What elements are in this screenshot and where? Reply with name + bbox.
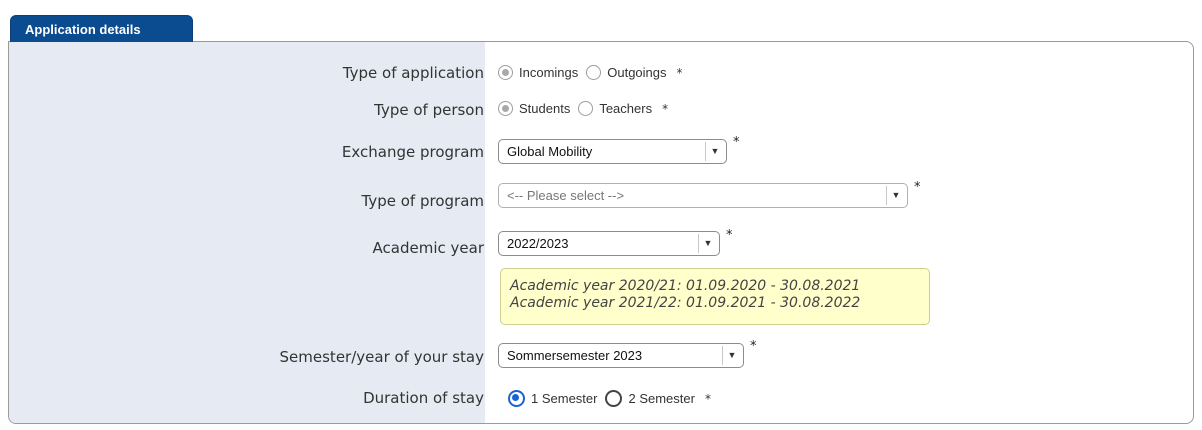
required-marker: * xyxy=(733,135,740,150)
required-marker: * xyxy=(662,101,669,116)
label-type-of-application: Type of application xyxy=(342,64,484,82)
radio-students[interactable] xyxy=(498,101,513,116)
semester-of-stay-select[interactable]: Sommersemester 2023 ▼ xyxy=(498,343,744,368)
radio-outgoings[interactable] xyxy=(586,65,602,80)
type-of-program-select[interactable]: <-- Please select --> ▼ xyxy=(498,183,908,208)
academic-year-select[interactable]: 2022/2023 ▼ xyxy=(498,231,720,256)
exchange-program-value: Global Mobility xyxy=(507,144,593,159)
type-of-application-radio-group: Incomings Outgoings * xyxy=(498,65,683,80)
radio-teachers[interactable] xyxy=(578,101,594,116)
required-marker: * xyxy=(676,65,683,80)
semester-of-stay-value: Sommersemester 2023 xyxy=(507,348,643,363)
chevron-down-icon[interactable]: ▼ xyxy=(886,186,905,205)
label-type-of-person: Type of person xyxy=(374,101,484,119)
tab-application-details[interactable]: Application details xyxy=(10,15,193,42)
radio-label-students: Students xyxy=(519,101,571,116)
required-marker: * xyxy=(914,180,921,195)
label-type-of-program: Type of program xyxy=(361,192,484,210)
radio-label-outgoings: Outgoings xyxy=(607,65,667,80)
chevron-down-icon[interactable]: ▼ xyxy=(698,234,717,253)
academic-year-value: 2022/2023 xyxy=(507,236,569,251)
required-marker: * xyxy=(704,391,711,406)
duration-of-stay-radio-group: 1 Semester 2 Semester * xyxy=(508,390,711,407)
radio-label-teachers: Teachers xyxy=(599,101,653,116)
note-line-2: Academic year 2021/22: 01.09.2021 - 30.0… xyxy=(510,295,861,311)
radio-label-1-semester: 1 Semester xyxy=(531,391,598,406)
required-marker: * xyxy=(726,228,733,243)
label-academic-year: Academic year xyxy=(372,239,484,257)
required-marker: * xyxy=(750,339,757,354)
radio-2-semester[interactable] xyxy=(605,390,623,407)
type-of-program-placeholder: <-- Please select --> xyxy=(507,188,625,203)
label-duration-of-stay: Duration of stay xyxy=(363,389,484,407)
chevron-down-icon[interactable]: ▼ xyxy=(722,346,741,365)
note-line-1: Academic year 2020/21: 01.09.2020 - 30.0… xyxy=(510,278,861,294)
label-exchange-program: Exchange program xyxy=(341,143,484,161)
radio-incomings[interactable] xyxy=(498,65,513,80)
exchange-program-select[interactable]: Global Mobility ▼ xyxy=(498,139,727,164)
academic-year-info-note: Academic year 2020/21: 01.09.2020 - 30.0… xyxy=(500,268,930,325)
radio-label-2-semester: 2 Semester xyxy=(628,391,695,406)
radio-label-incomings: Incomings xyxy=(519,65,579,80)
radio-1-semester[interactable] xyxy=(508,390,525,407)
label-semester-of-stay: Semester/year of your stay xyxy=(279,348,484,366)
type-of-person-radio-group: Students Teachers * xyxy=(498,101,668,116)
chevron-down-icon[interactable]: ▼ xyxy=(705,142,724,161)
